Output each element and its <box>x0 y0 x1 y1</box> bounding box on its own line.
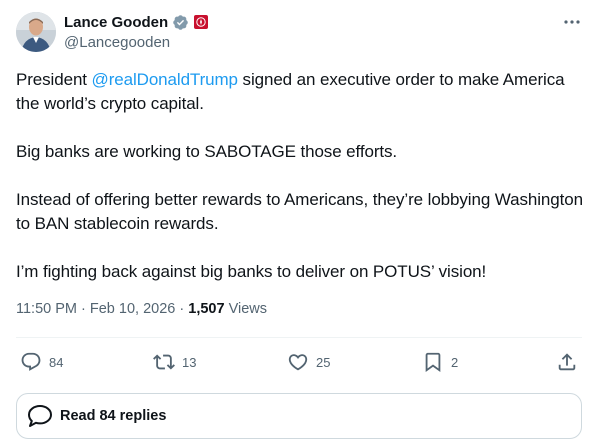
tweet-intro-before: President <box>16 70 92 89</box>
views-label[interactable]: Views <box>229 301 267 317</box>
repost-icon <box>153 354 175 370</box>
reply-count: 84 <box>49 354 64 370</box>
tweet-meta: 11:50 PM · Feb 10, 2026 · 1,507 Views <box>16 299 584 319</box>
read-replies-button[interactable]: Read 84 replies <box>16 393 582 439</box>
reply-button[interactable]: 84 <box>20 346 63 378</box>
divider-top <box>16 337 582 338</box>
action-bar: 84 13 25 2 <box>16 346 582 378</box>
like-count: 25 <box>316 354 331 370</box>
bookmark-icon <box>425 352 441 373</box>
tweet-date[interactable]: Feb 10, 2026 <box>90 301 175 317</box>
avatar[interactable] <box>16 12 56 52</box>
reply-icon <box>21 352 41 371</box>
avatar-image <box>16 12 56 52</box>
views-count[interactable]: 1,507 <box>188 301 224 317</box>
tweet-paragraph-3: Instead of offering better rewards to Am… <box>16 190 583 233</box>
repost-button[interactable]: 13 <box>153 346 196 378</box>
share-button[interactable] <box>556 346 578 378</box>
mention-link[interactable]: @realDonaldTrump <box>92 70 238 89</box>
tweet-paragraph-4: I’m fighting back against big banks to d… <box>16 262 487 281</box>
tweet-time[interactable]: 11:50 PM <box>16 301 77 317</box>
handle[interactable]: @Lancegooden <box>64 34 170 51</box>
more-options-icon[interactable] <box>560 12 584 32</box>
read-replies-label: Read 84 replies <box>60 408 167 424</box>
meta-separator: · <box>77 301 90 317</box>
chat-bubble-icon <box>28 405 52 427</box>
bookmark-count: 2 <box>451 354 459 370</box>
affiliation-seal-icon[interactable] <box>193 14 209 30</box>
repost-count: 13 <box>182 354 197 370</box>
name-row: Lance Gooden <box>64 13 209 31</box>
verified-badge-icon[interactable] <box>172 14 189 31</box>
like-button[interactable]: 25 <box>287 346 330 378</box>
share-icon <box>558 353 576 371</box>
bookmark-button[interactable]: 2 <box>422 346 458 378</box>
tweet-paragraph-2: Big banks are working to SABOTAGE those … <box>16 142 398 161</box>
tweet: Lance Gooden @Lancegooden President @rea… <box>16 12 584 319</box>
display-name[interactable]: Lance Gooden <box>64 14 168 31</box>
meta-separator: · <box>175 301 189 317</box>
tweet-header: Lance Gooden @Lancegooden <box>16 12 584 52</box>
tweet-text: President @realDonaldTrump signed an exe… <box>16 68 584 284</box>
tweet-paragraph-1: President @realDonaldTrump signed an exe… <box>16 68 584 116</box>
heart-icon <box>288 354 308 371</box>
